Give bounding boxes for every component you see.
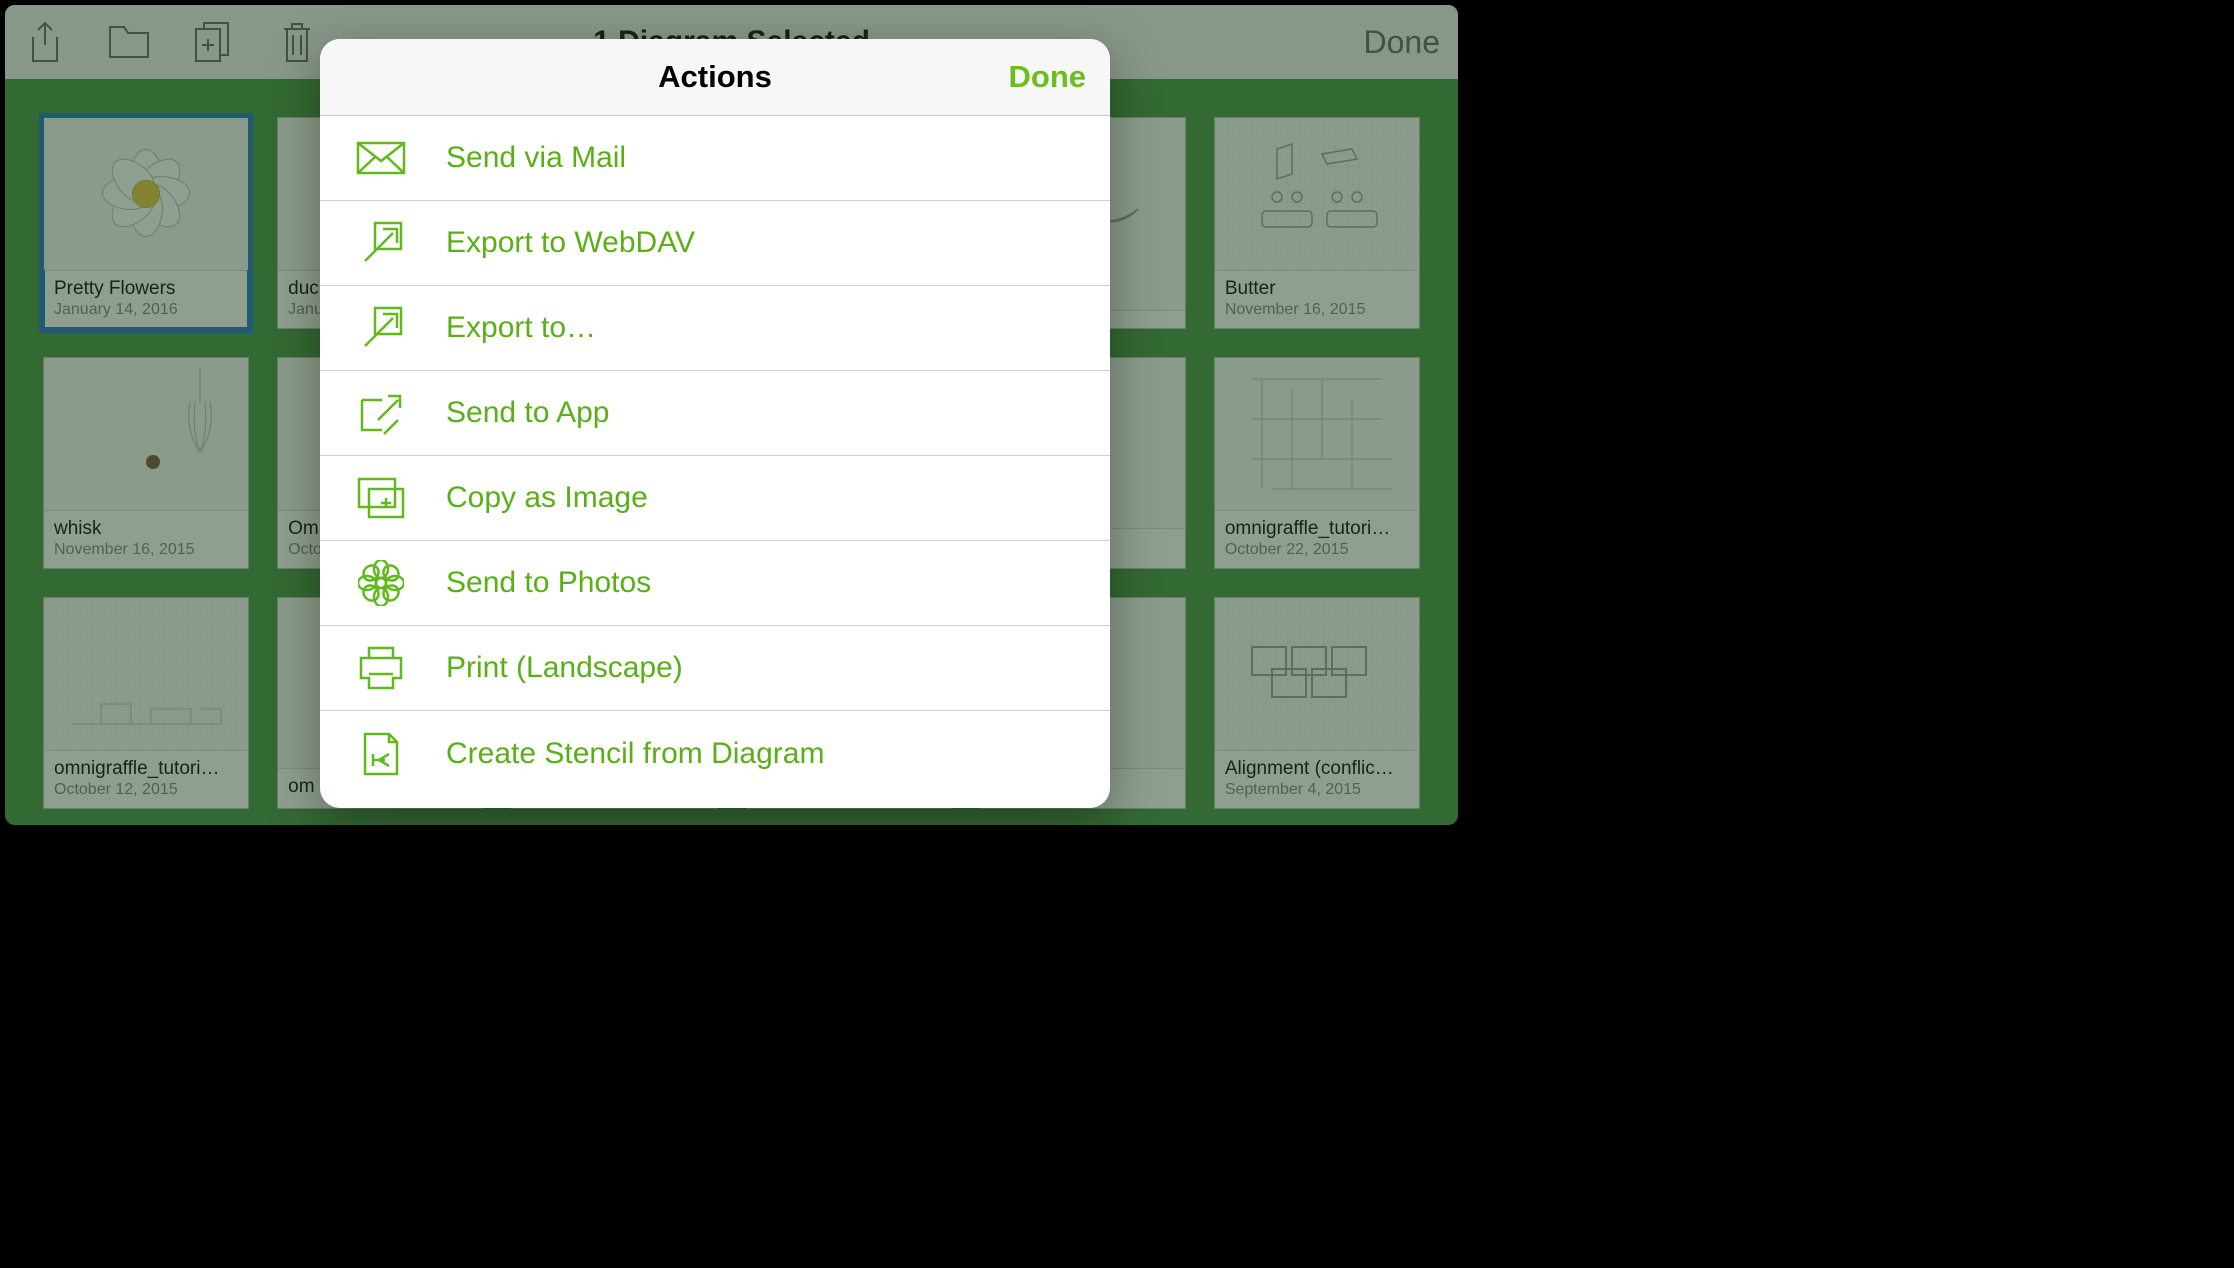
- card-info: omnigraffle_tutori… October 22, 2015: [1215, 510, 1419, 568]
- card-thumbnail: [1215, 598, 1419, 750]
- card-date: November 16, 2015: [54, 541, 238, 559]
- card-name: Pretty Flowers: [54, 278, 238, 300]
- card-info: omnigraffle_tutori… October 12, 2015: [44, 750, 248, 808]
- share-icon[interactable]: [23, 20, 67, 64]
- toolbar-left: [23, 20, 319, 64]
- card-thumbnail: [44, 118, 248, 270]
- card-date: October 22, 2015: [1225, 541, 1409, 559]
- print-icon: [354, 641, 408, 695]
- action-label: Send to Photos: [446, 566, 651, 600]
- action-send-mail[interactable]: Send via Mail: [320, 116, 1110, 201]
- card-info: whisk November 16, 2015: [44, 510, 248, 568]
- card-name: Butter: [1225, 278, 1409, 300]
- card-thumbnail: [44, 358, 248, 510]
- action-label: Export to WebDAV: [446, 226, 695, 260]
- mail-icon: [354, 131, 408, 185]
- card-name: omnigraffle_tutori…: [1225, 518, 1409, 540]
- whisk-dot: [146, 455, 160, 469]
- document-card[interactable]: omnigraffle_tutori… October 12, 2015: [43, 597, 249, 809]
- modal-title: Actions: [658, 59, 772, 95]
- modal-done-button[interactable]: Done: [1009, 59, 1087, 95]
- document-card[interactable]: whisk November 16, 2015: [43, 357, 249, 569]
- stencil-icon: [354, 727, 408, 781]
- card-name: whisk: [54, 518, 238, 540]
- export-arrow-icon: [354, 301, 408, 355]
- action-export-webdav[interactable]: Export to WebDAV: [320, 201, 1110, 286]
- copy-image-icon: [354, 471, 408, 525]
- photos-flower-icon: [354, 556, 408, 610]
- action-create-stencil[interactable]: Create Stencil from Diagram: [320, 711, 1110, 796]
- action-print[interactable]: Print (Landscape): [320, 626, 1110, 711]
- actions-modal: Actions Done Send via Mail Export to Web…: [320, 39, 1110, 808]
- card-date: January 14, 2016: [54, 301, 238, 319]
- action-label: Create Stencil from Diagram: [446, 737, 824, 771]
- action-send-to-app[interactable]: Send to App: [320, 371, 1110, 456]
- action-label: Send to App: [446, 396, 609, 430]
- card-info: Pretty Flowers January 14, 2016: [44, 270, 248, 328]
- duplicate-icon[interactable]: [191, 20, 235, 64]
- action-send-to-photos[interactable]: Send to Photos: [320, 541, 1110, 626]
- document-card[interactable]: omnigraffle_tutori… October 22, 2015: [1214, 357, 1420, 569]
- action-export-to[interactable]: Export to…: [320, 286, 1110, 371]
- document-card[interactable]: Alignment (conflic… September 4, 2015: [1214, 597, 1420, 809]
- export-arrow-icon: [354, 216, 408, 270]
- action-label: Export to…: [446, 311, 596, 345]
- done-button[interactable]: Done: [1364, 24, 1441, 61]
- card-name: omnigraffle_tutori…: [54, 758, 238, 780]
- card-date: September 4, 2015: [1225, 781, 1409, 799]
- document-card[interactable]: Butter November 16, 2015: [1214, 117, 1420, 329]
- document-card[interactable]: Pretty Flowers January 14, 2016: [43, 117, 249, 329]
- card-date: November 16, 2015: [1225, 301, 1409, 319]
- action-label: Print (Landscape): [446, 651, 683, 685]
- modal-header: Actions Done: [320, 39, 1110, 116]
- card-thumbnail: [1215, 358, 1419, 510]
- folder-icon[interactable]: [107, 20, 151, 64]
- trash-icon[interactable]: [275, 20, 319, 64]
- action-label: Send via Mail: [446, 141, 626, 175]
- card-thumbnail: [44, 598, 248, 750]
- modal-list: Send via Mail Export to WebDAV Export to…: [320, 116, 1110, 808]
- action-label: Copy as Image: [446, 481, 648, 515]
- card-thumbnail: [1215, 118, 1419, 270]
- card-info: Alignment (conflic… September 4, 2015: [1215, 750, 1419, 808]
- action-copy-image[interactable]: Copy as Image: [320, 456, 1110, 541]
- card-info: Butter November 16, 2015: [1215, 270, 1419, 328]
- send-app-icon: [354, 386, 408, 440]
- flower-drawing: [101, 149, 191, 239]
- card-name: Alignment (conflic…: [1225, 758, 1409, 780]
- card-date: October 12, 2015: [54, 781, 238, 799]
